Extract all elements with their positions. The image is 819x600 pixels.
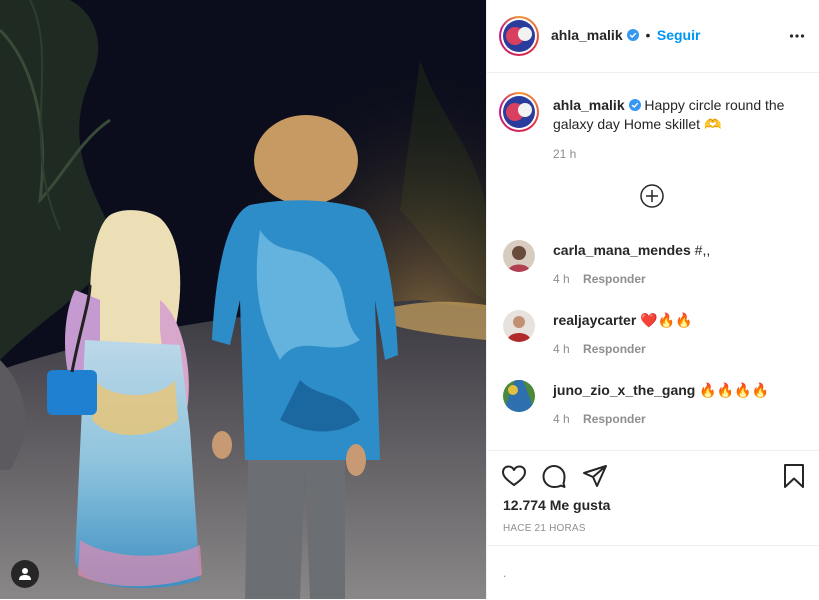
comment-icon xyxy=(542,465,566,488)
load-more-comments-button[interactable] xyxy=(640,184,664,208)
add-comment-text: . xyxy=(503,566,507,580)
comment-text: realjaycarter ❤️🔥🔥 xyxy=(553,312,692,329)
likes-count[interactable]: 12.774 Me gusta xyxy=(503,497,610,513)
post-details-panel: ahla_malik • Seguir ahla_malik Happy cir… xyxy=(486,0,819,599)
comment-body: #,, xyxy=(694,242,711,258)
comment-text: carla_mana_mendes #,, xyxy=(553,242,710,258)
comment-meta: 4 h Responder xyxy=(553,412,656,426)
header-separator: • xyxy=(645,27,651,43)
reply-button[interactable]: Responder xyxy=(583,272,646,286)
follow-button[interactable]: Seguir xyxy=(657,27,701,43)
bookmark-icon xyxy=(784,464,804,488)
paper-plane-icon xyxy=(583,465,607,487)
share-button[interactable] xyxy=(582,463,608,489)
commenter-avatar-image xyxy=(503,380,535,412)
verified-badge-icon xyxy=(627,29,640,41)
commenter-avatar[interactable] xyxy=(503,240,535,272)
caption-avatar-image xyxy=(503,96,535,128)
reply-button[interactable]: Responder xyxy=(583,412,646,426)
photo-illustration xyxy=(0,0,486,599)
like-button[interactable] xyxy=(501,463,527,489)
comment-time: 4 h xyxy=(553,412,570,426)
add-comment-area[interactable]: . xyxy=(487,545,819,600)
author-avatar-image xyxy=(503,20,535,52)
commenter-avatar[interactable] xyxy=(503,310,535,342)
comment-time: 4 h xyxy=(553,342,570,356)
plus-circle-icon xyxy=(640,184,664,208)
commenter-avatar-image xyxy=(503,240,535,272)
comment-body: ❤️🔥🔥 xyxy=(640,312,693,328)
caption-avatar[interactable] xyxy=(499,92,539,132)
commenter-username[interactable]: realjaycarter xyxy=(553,312,636,328)
comment-meta: 4 h Responder xyxy=(553,272,656,286)
save-button[interactable] xyxy=(781,463,807,489)
comment-meta: 4 h Responder xyxy=(553,342,656,356)
post-header: ahla_malik • Seguir xyxy=(487,0,819,73)
comment-body: 🔥🔥🔥🔥 xyxy=(699,382,769,398)
author-avatar[interactable] xyxy=(499,16,539,56)
author-username[interactable]: ahla_malik xyxy=(551,27,623,43)
more-options-button[interactable] xyxy=(789,28,805,49)
verified-badge-icon xyxy=(628,99,641,111)
post-photo[interactable] xyxy=(0,0,486,599)
ellipsis-icon xyxy=(789,34,805,38)
commenter-avatar[interactable] xyxy=(503,380,535,412)
heart-icon xyxy=(502,465,526,486)
comment-time: 4 h xyxy=(553,272,570,286)
comment-button[interactable] xyxy=(541,463,567,489)
tagged-users-button[interactable] xyxy=(11,560,39,588)
caption-username[interactable]: ahla_malik xyxy=(553,97,625,113)
reply-button[interactable]: Responder xyxy=(583,342,646,356)
commenter-username[interactable]: carla_mana_mendes xyxy=(553,242,691,258)
commenter-avatar-image xyxy=(503,310,535,342)
caption-time: 21 h xyxy=(553,147,577,161)
commenter-username[interactable]: juno_zio_x_the_gang xyxy=(553,382,695,398)
person-icon xyxy=(19,568,31,580)
comment-text: juno_zio_x_the_gang 🔥🔥🔥🔥 xyxy=(553,382,769,399)
post-caption: ahla_malik Happy circle round the galaxy… xyxy=(553,96,803,134)
post-timestamp[interactable]: HACE 21 HORAS xyxy=(503,523,586,534)
post-actions: 12.774 Me gusta HACE 21 HORAS xyxy=(487,450,819,546)
